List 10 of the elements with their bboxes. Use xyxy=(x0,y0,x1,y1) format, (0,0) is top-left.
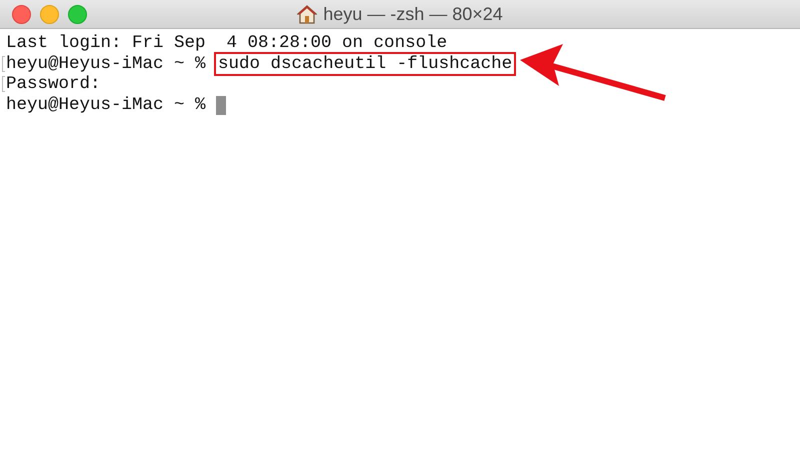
zoom-button[interactable] xyxy=(68,4,87,24)
command-text: sudo dscacheutil -flushcache xyxy=(216,54,514,74)
output-text: Last login: Fri Sep 4 08:28:00 on console xyxy=(6,33,448,54)
output-text: Password: xyxy=(6,74,101,96)
shell-prompt: heyu@Heyus-iMac ~ % xyxy=(6,95,206,116)
close-button[interactable] xyxy=(12,4,31,24)
window-title: heyu — -zsh — 80×24 xyxy=(323,4,503,24)
minimize-button[interactable] xyxy=(40,4,59,24)
shell-prompt: heyu@Heyus-iMac ~ % xyxy=(6,54,206,74)
house-icon xyxy=(297,4,318,24)
